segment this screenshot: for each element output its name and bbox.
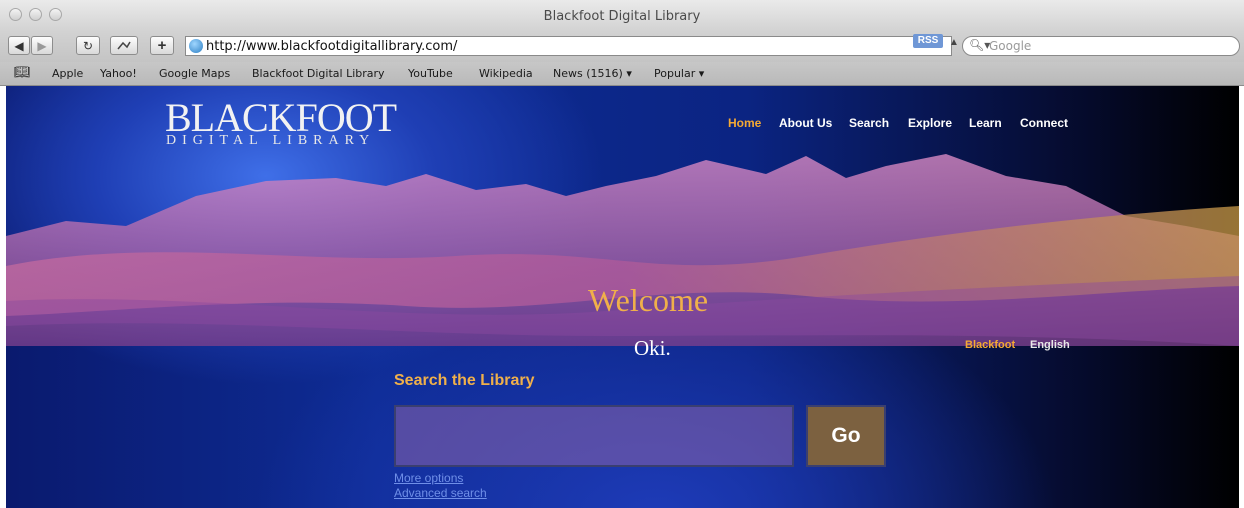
bookmark-popular-label: Popular (654, 67, 696, 80)
url-text[interactable]: http://www.blackfootdigitallibrary.com/ (206, 39, 457, 54)
back-arrow-icon: ◀ (14, 38, 24, 53)
nav-home[interactable]: Home (728, 116, 761, 130)
bookmark-news-label: News (1516) (553, 67, 623, 80)
advanced-search-link[interactable]: Advanced search (394, 486, 487, 500)
chevron-down-icon: ▾ (626, 67, 632, 80)
google-search-field[interactable]: 🔍︎▾ Google (962, 36, 1240, 56)
library-search-input[interactable] (394, 405, 794, 467)
nav-search[interactable]: Search (849, 116, 889, 130)
language-english[interactable]: English (1030, 339, 1070, 351)
web-page: BLACKFOOT DIGITAL LIBRARY Home About Us … (6, 86, 1239, 508)
snapback-button[interactable] (110, 36, 138, 55)
reload-button[interactable]: ↻ (76, 36, 100, 55)
language-blackfoot[interactable]: Blackfoot (965, 339, 1015, 351)
bookmark-apple[interactable]: Apple (52, 67, 83, 80)
nav-explore[interactable]: Explore (908, 116, 952, 130)
bookmark-yahoo[interactable]: Yahoo! (100, 67, 137, 80)
search-placeholder: Google (989, 39, 1032, 53)
address-bar[interactable]: http://www.blackfootdigitallibrary.com/ (185, 36, 952, 56)
forward-button[interactable]: ▶ (31, 36, 53, 55)
go-button[interactable]: Go (806, 405, 886, 467)
rss-button[interactable]: RSS (913, 34, 943, 48)
chevron-down-icon: ▾ (698, 67, 705, 80)
nav-about-us[interactable]: About Us (779, 116, 832, 130)
bookmark-wikipedia[interactable]: Wikipedia (479, 67, 533, 80)
bookmark-youtube[interactable]: YouTube (408, 67, 453, 80)
search-icon: 🔍︎▾ (969, 38, 991, 52)
bookmarks-book-icon[interactable]: 📖︎ (14, 65, 31, 80)
window-title: Blackfoot Digital Library (543, 9, 701, 24)
search-library-heading: Search the Library (394, 372, 535, 389)
bookmark-news[interactable]: News (1516) ▾ (553, 67, 632, 80)
forward-arrow-icon: ▶ (37, 38, 47, 53)
more-options-link[interactable]: More options (394, 471, 463, 485)
browser-window: Blackfoot Digital Library ◀ ▶ ↻ + http:/… (0, 0, 1244, 508)
add-bookmark-button[interactable]: + (150, 36, 174, 55)
reload-icon: ↻ (82, 38, 94, 53)
bookmark-google-maps[interactable]: Google Maps (159, 67, 230, 80)
snapback-icon (117, 41, 131, 49)
bookmark-blackfoot-digital-library[interactable]: Blackfoot Digital Library (252, 67, 385, 80)
back-button[interactable]: ◀ (8, 36, 30, 55)
nav-learn[interactable]: Learn (969, 116, 1002, 130)
greeting-text: Oki. (634, 336, 671, 360)
bookmarks-bar: 📖︎ Apple Yahoo! Google Maps Blackfoot Di… (0, 62, 1244, 86)
site-logo-subtitle: DIGITAL LIBRARY (166, 133, 376, 148)
title-bar: Blackfoot Digital Library (0, 0, 1244, 32)
welcome-heading: Welcome (588, 282, 709, 318)
browser-toolbar: ◀ ▶ ↻ + http://www.blackfootdigitallibra… (0, 32, 1244, 62)
rss-dropdown-icon[interactable]: ▲ (949, 37, 959, 48)
bookmark-popular[interactable]: Popular ▾ (654, 67, 704, 80)
nav-connect[interactable]: Connect (1020, 116, 1068, 130)
site-icon (189, 39, 203, 53)
